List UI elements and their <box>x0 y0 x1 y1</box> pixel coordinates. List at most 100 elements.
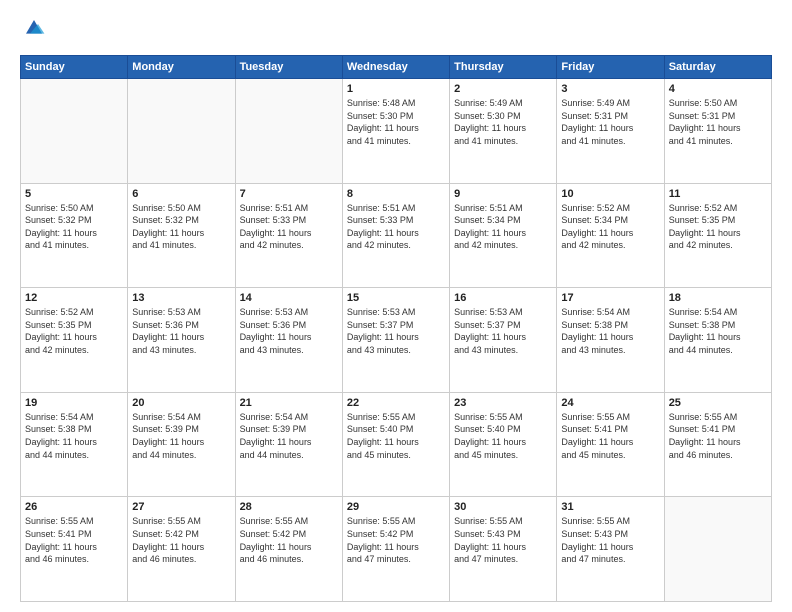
day-info: Sunrise: 5:50 AM Sunset: 5:31 PM Dayligh… <box>669 97 767 147</box>
page: SundayMondayTuesdayWednesdayThursdayFrid… <box>0 0 792 612</box>
logo <box>20 16 46 45</box>
week-row-2: 12 Sunrise: 5:52 AM Sunset: 5:35 PM Dayli… <box>21 288 772 393</box>
calendar-cell <box>235 79 342 184</box>
day-header-wednesday: Wednesday <box>342 56 449 79</box>
day-info: Sunrise: 5:52 AM Sunset: 5:35 PM Dayligh… <box>25 306 123 356</box>
day-header-sunday: Sunday <box>21 56 128 79</box>
day-number: 9 <box>454 188 552 200</box>
calendar-cell: 19Sunrise: 5:54 AM Sunset: 5:38 PM Dayli… <box>21 392 128 497</box>
day-info: Sunrise: 5:53 AM Sunset: 5:37 PM Dayligh… <box>347 306 445 356</box>
week-row-1: 5 Sunrise: 5:50 AM Sunset: 5:32 PM Daylig… <box>21 183 772 288</box>
day-info: Sunrise: 5:54 AM Sunset: 5:38 PM Dayligh… <box>561 306 659 356</box>
day-number: 18 <box>669 292 767 304</box>
day-number: 30 <box>454 501 552 513</box>
day-info: Sunrise: 5:50 AM Sunset: 5:32 PM Dayligh… <box>25 202 123 252</box>
calendar-cell: 2 Sunrise: 5:49 AM Sunset: 5:30 PM Daylig… <box>450 79 557 184</box>
day-number: 28 <box>240 501 338 513</box>
day-header-saturday: Saturday <box>664 56 771 79</box>
calendar-cell <box>128 79 235 184</box>
day-info: Sunrise: 5:51 AM Sunset: 5:33 PM Dayligh… <box>347 202 445 252</box>
day-number: 23 <box>454 397 552 409</box>
calendar-cell: 12 Sunrise: 5:52 AM Sunset: 5:35 PM Dayli… <box>21 288 128 393</box>
day-number: 10 <box>561 188 659 200</box>
day-info: Sunrise: 5:50 AM Sunset: 5:32 PM Dayligh… <box>132 202 230 252</box>
day-info: Sunrise: 5:51 AM Sunset: 5:33 PM Dayligh… <box>240 202 338 252</box>
calendar-cell: 31 Sunrise: 5:55 AM Sunset: 5:43 PM Dayli… <box>557 497 664 602</box>
day-info: Sunrise: 5:55 AM Sunset: 5:41 PM Dayligh… <box>25 515 123 565</box>
calendar-cell: 13 Sunrise: 5:53 AM Sunset: 5:36 PM Dayli… <box>128 288 235 393</box>
calendar-cell: 16Sunrise: 5:53 AM Sunset: 5:37 PM Dayli… <box>450 288 557 393</box>
day-number: 4 <box>669 83 767 95</box>
day-number: 17 <box>561 292 659 304</box>
calendar-cell: 24 Sunrise: 5:55 AM Sunset: 5:41 PM Dayli… <box>557 392 664 497</box>
calendar-cell: 5 Sunrise: 5:50 AM Sunset: 5:32 PM Daylig… <box>21 183 128 288</box>
day-number: 1 <box>347 83 445 95</box>
day-header-thursday: Thursday <box>450 56 557 79</box>
day-number: 3 <box>561 83 659 95</box>
calendar-cell: 10 Sunrise: 5:52 AM Sunset: 5:34 PM Dayli… <box>557 183 664 288</box>
day-info: Sunrise: 5:54 AM Sunset: 5:39 PM Dayligh… <box>132 411 230 461</box>
day-number: 25 <box>669 397 767 409</box>
day-info: Sunrise: 5:54 AM Sunset: 5:38 PM Dayligh… <box>669 306 767 356</box>
day-number: 21 <box>240 397 338 409</box>
calendar-cell: 26 Sunrise: 5:55 AM Sunset: 5:41 PM Dayli… <box>21 497 128 602</box>
day-info: Sunrise: 5:53 AM Sunset: 5:37 PM Dayligh… <box>454 306 552 356</box>
calendar-cell <box>21 79 128 184</box>
day-number: 22 <box>347 397 445 409</box>
calendar-cell <box>664 497 771 602</box>
calendar-cell: 22 Sunrise: 5:55 AM Sunset: 5:40 PM Dayli… <box>342 392 449 497</box>
day-number: 2 <box>454 83 552 95</box>
day-number: 27 <box>132 501 230 513</box>
calendar-cell: 6 Sunrise: 5:50 AM Sunset: 5:32 PM Daylig… <box>128 183 235 288</box>
day-info: Sunrise: 5:55 AM Sunset: 5:43 PM Dayligh… <box>561 515 659 565</box>
calendar-cell: 21 Sunrise: 5:54 AM Sunset: 5:39 PM Dayli… <box>235 392 342 497</box>
calendar-cell: 7 Sunrise: 5:51 AM Sunset: 5:33 PM Daylig… <box>235 183 342 288</box>
day-number: 26 <box>25 501 123 513</box>
week-row-3: 19Sunrise: 5:54 AM Sunset: 5:38 PM Dayli… <box>21 392 772 497</box>
calendar-header-row: SundayMondayTuesdayWednesdayThursdayFrid… <box>21 56 772 79</box>
day-info: Sunrise: 5:52 AM Sunset: 5:34 PM Dayligh… <box>561 202 659 252</box>
day-info: Sunrise: 5:53 AM Sunset: 5:36 PM Dayligh… <box>132 306 230 356</box>
day-info: Sunrise: 5:55 AM Sunset: 5:40 PM Dayligh… <box>347 411 445 461</box>
day-info: Sunrise: 5:48 AM Sunset: 5:30 PM Dayligh… <box>347 97 445 147</box>
day-info: Sunrise: 5:51 AM Sunset: 5:34 PM Dayligh… <box>454 202 552 252</box>
day-number: 14 <box>240 292 338 304</box>
day-info: Sunrise: 5:54 AM Sunset: 5:39 PM Dayligh… <box>240 411 338 461</box>
day-number: 31 <box>561 501 659 513</box>
calendar-cell: 18 Sunrise: 5:54 AM Sunset: 5:38 PM Dayli… <box>664 288 771 393</box>
day-number: 6 <box>132 188 230 200</box>
day-info: Sunrise: 5:55 AM Sunset: 5:41 PM Dayligh… <box>561 411 659 461</box>
day-info: Sunrise: 5:55 AM Sunset: 5:42 PM Dayligh… <box>347 515 445 565</box>
day-number: 12 <box>25 292 123 304</box>
day-number: 24 <box>561 397 659 409</box>
calendar-cell: 20 Sunrise: 5:54 AM Sunset: 5:39 PM Dayli… <box>128 392 235 497</box>
day-number: 15 <box>347 292 445 304</box>
day-number: 5 <box>25 188 123 200</box>
calendar-cell: 1 Sunrise: 5:48 AM Sunset: 5:30 PM Daylig… <box>342 79 449 184</box>
day-number: 13 <box>132 292 230 304</box>
calendar-cell: 3Sunrise: 5:49 AM Sunset: 5:31 PM Daylig… <box>557 79 664 184</box>
logo-icon <box>22 16 46 40</box>
calendar-cell: 23Sunrise: 5:55 AM Sunset: 5:40 PM Dayli… <box>450 392 557 497</box>
day-number: 19 <box>25 397 123 409</box>
day-info: Sunrise: 5:55 AM Sunset: 5:43 PM Dayligh… <box>454 515 552 565</box>
calendar-table: SundayMondayTuesdayWednesdayThursdayFrid… <box>20 55 772 602</box>
calendar-cell: 15 Sunrise: 5:53 AM Sunset: 5:37 PM Dayli… <box>342 288 449 393</box>
calendar-cell: 14Sunrise: 5:53 AM Sunset: 5:36 PM Dayli… <box>235 288 342 393</box>
calendar-cell: 30 Sunrise: 5:55 AM Sunset: 5:43 PM Dayli… <box>450 497 557 602</box>
week-row-0: 1 Sunrise: 5:48 AM Sunset: 5:30 PM Daylig… <box>21 79 772 184</box>
calendar-cell: 11 Sunrise: 5:52 AM Sunset: 5:35 PM Dayli… <box>664 183 771 288</box>
week-row-4: 26 Sunrise: 5:55 AM Sunset: 5:41 PM Dayli… <box>21 497 772 602</box>
calendar-cell: 29 Sunrise: 5:55 AM Sunset: 5:42 PM Dayli… <box>342 497 449 602</box>
calendar-cell: 25 Sunrise: 5:55 AM Sunset: 5:41 PM Dayli… <box>664 392 771 497</box>
day-number: 11 <box>669 188 767 200</box>
day-number: 29 <box>347 501 445 513</box>
day-info: Sunrise: 5:55 AM Sunset: 5:41 PM Dayligh… <box>669 411 767 461</box>
day-info: Sunrise: 5:52 AM Sunset: 5:35 PM Dayligh… <box>669 202 767 252</box>
calendar-cell: 17 Sunrise: 5:54 AM Sunset: 5:38 PM Dayli… <box>557 288 664 393</box>
calendar-cell: 4 Sunrise: 5:50 AM Sunset: 5:31 PM Daylig… <box>664 79 771 184</box>
day-number: 7 <box>240 188 338 200</box>
calendar-cell: 28Sunrise: 5:55 AM Sunset: 5:42 PM Dayli… <box>235 497 342 602</box>
day-info: Sunrise: 5:49 AM Sunset: 5:30 PM Dayligh… <box>454 97 552 147</box>
day-number: 20 <box>132 397 230 409</box>
